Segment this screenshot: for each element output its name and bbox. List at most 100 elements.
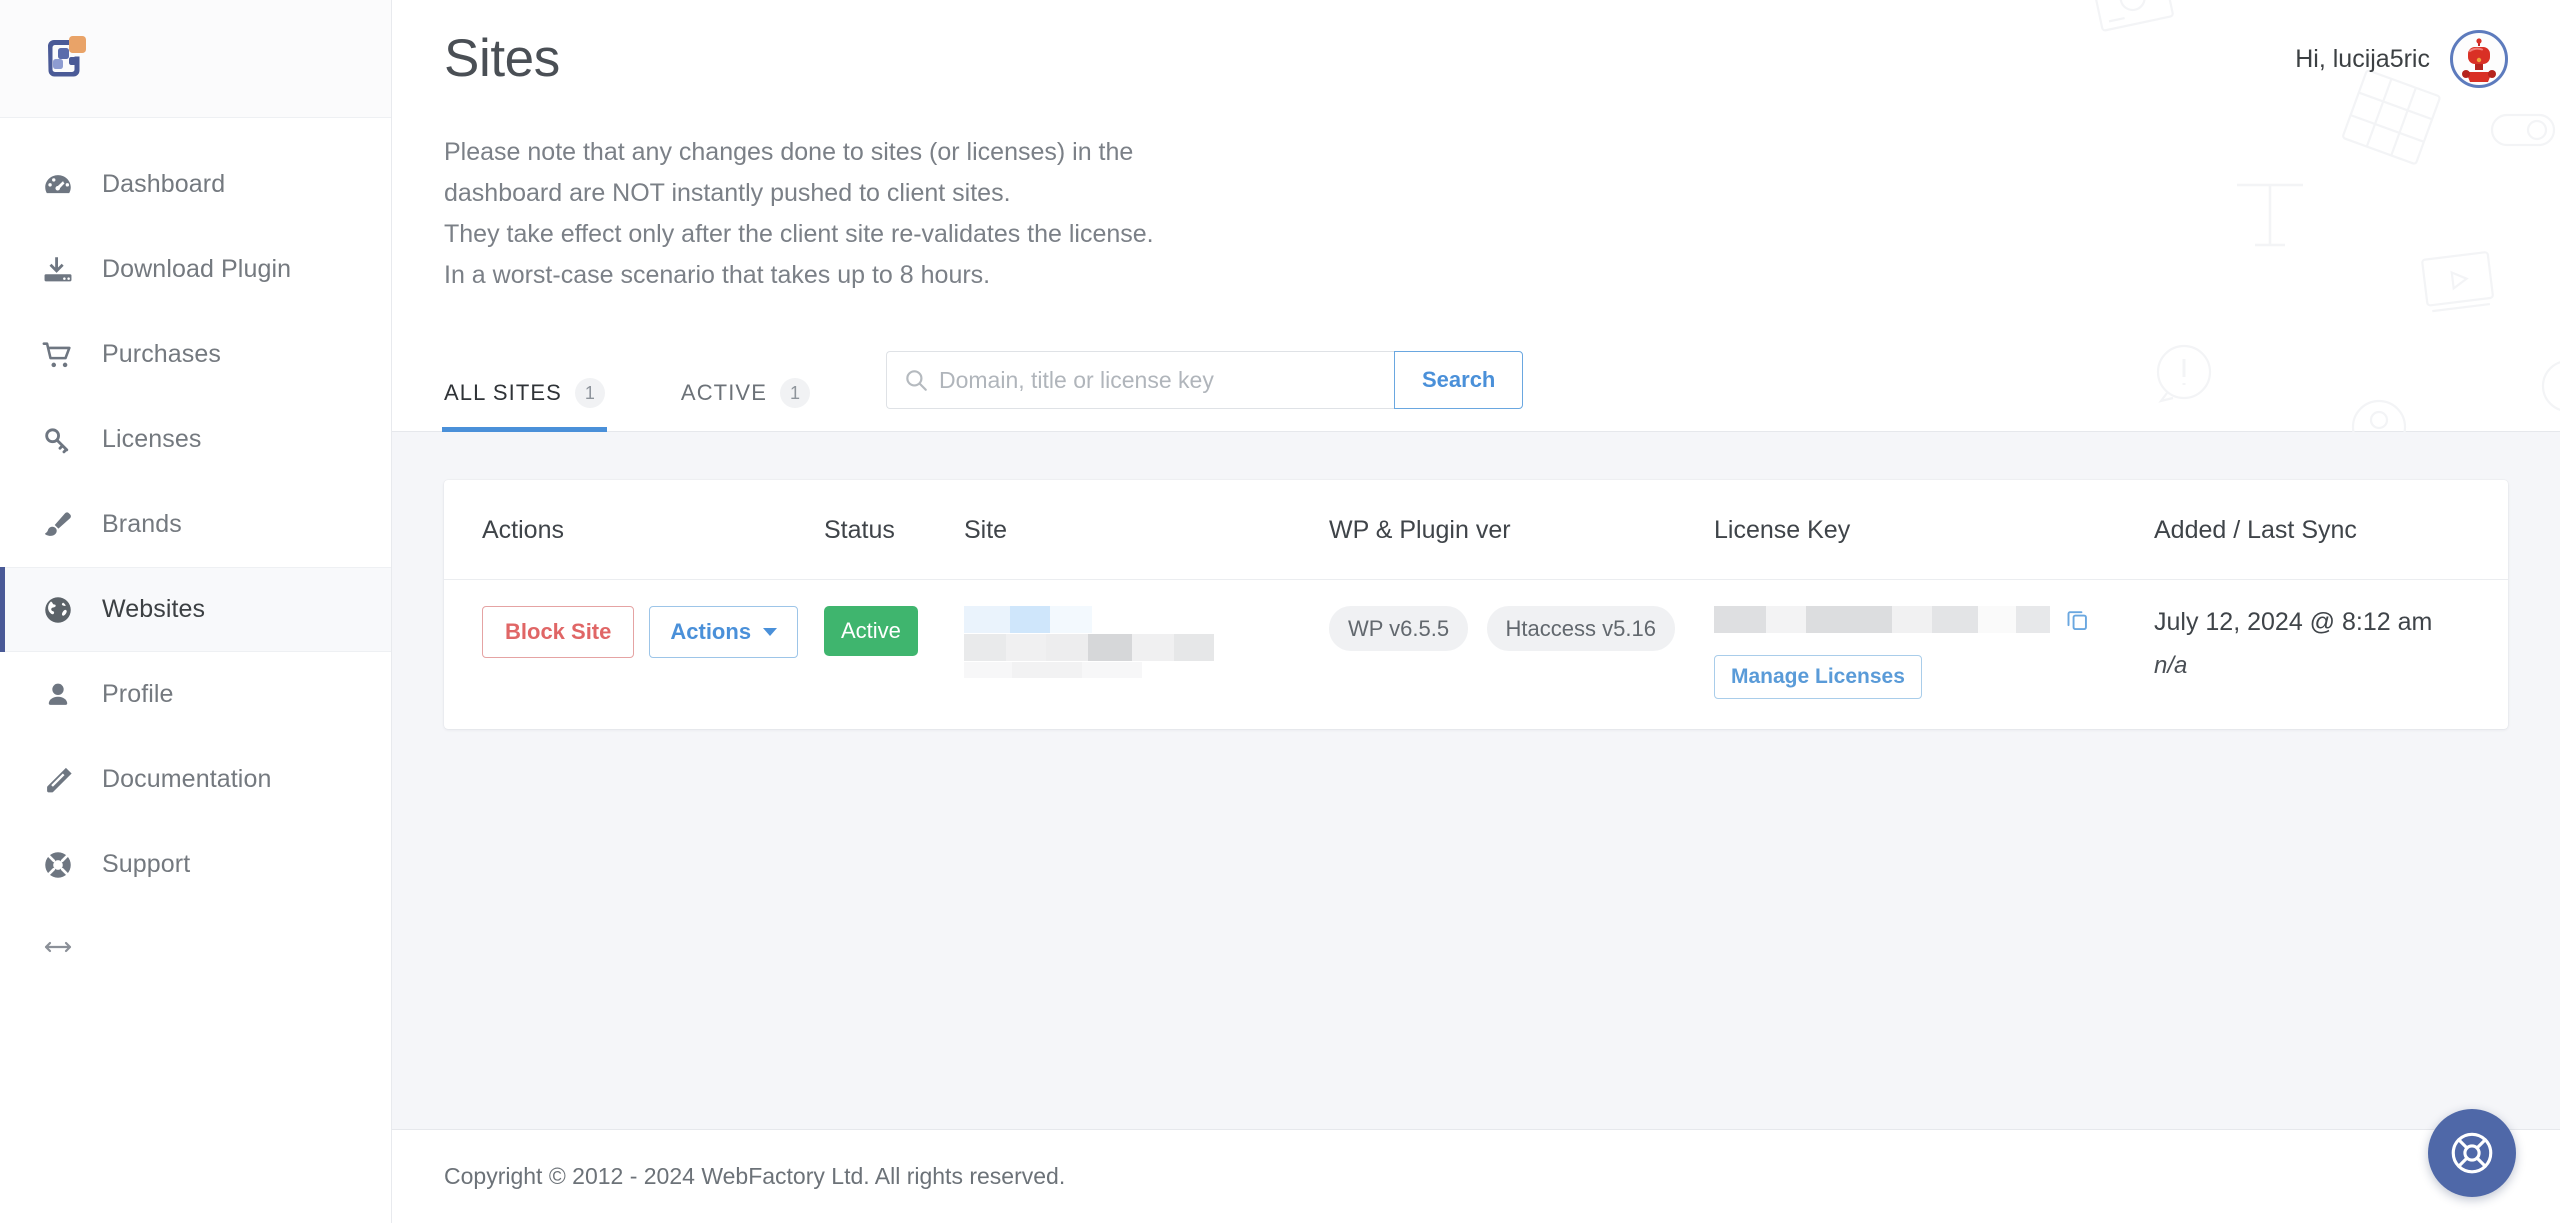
cart-icon bbox=[36, 333, 80, 377]
key-icon bbox=[36, 418, 80, 462]
status-badge: Active bbox=[824, 606, 918, 657]
brush-icon bbox=[36, 503, 80, 547]
sidebar: Dashboard Download Plugin Purchases Lice… bbox=[0, 0, 392, 1223]
redacted-block bbox=[1806, 606, 1892, 634]
cell-wp-plugin-versions: WP v6.5.5 Htaccess v5.16 bbox=[1329, 580, 1714, 730]
table-header-row: Actions Status Site WP & Plugin ver Lice… bbox=[444, 480, 2508, 581]
column-header-added-last-sync: Added / Last Sync bbox=[2154, 480, 2508, 581]
sidebar-item-purchases[interactable]: Purchases bbox=[0, 312, 391, 397]
sidebar-item-dashboard[interactable]: Dashboard bbox=[0, 142, 391, 227]
content-area: Actions Status Site WP & Plugin ver Lice… bbox=[392, 432, 2560, 1129]
column-header-wp-plugin: WP & Plugin ver bbox=[1329, 480, 1714, 581]
actions-dropdown-button[interactable]: Actions bbox=[649, 606, 799, 659]
sidebar-logo-area bbox=[0, 0, 391, 118]
tab-count-badge: 1 bbox=[574, 378, 605, 409]
table-row: Block Site Actions Active WP v6.5.5 Htac… bbox=[444, 580, 2508, 730]
user-icon bbox=[36, 673, 80, 717]
search-button[interactable]: Search bbox=[1393, 351, 1524, 410]
cell-site bbox=[964, 580, 1329, 730]
redacted-block bbox=[1088, 634, 1132, 662]
redacted-block bbox=[1714, 606, 1766, 634]
manage-licenses-button[interactable]: Manage Licenses bbox=[1714, 655, 1922, 700]
cell-license-key: Manage Licenses bbox=[1714, 580, 2154, 730]
redacted-block bbox=[1132, 634, 1174, 662]
site-redacted-value[interactable] bbox=[964, 606, 1329, 679]
redacted-block bbox=[964, 662, 1012, 679]
sidebar-item-label: Licenses bbox=[102, 425, 202, 453]
column-header-status: Status bbox=[824, 480, 964, 581]
sidebar-collapse-toggle[interactable] bbox=[0, 907, 391, 987]
app-root: Dashboard Download Plugin Purchases Lice… bbox=[0, 0, 2560, 1223]
redacted-block bbox=[1932, 606, 1978, 634]
sidebar-item-profile[interactable]: Profile bbox=[0, 652, 391, 737]
sidebar-item-label: Download Plugin bbox=[102, 255, 292, 283]
sidebar-item-label: Profile bbox=[102, 680, 174, 708]
avatar[interactable] bbox=[2450, 30, 2508, 88]
license-key-redacted-value bbox=[1714, 606, 2050, 634]
footer: Copyright © 2012 - 2024 WebFactory Ltd. … bbox=[392, 1129, 2560, 1223]
redacted-block bbox=[1050, 606, 1092, 634]
last-sync-value: n/a bbox=[2154, 652, 2188, 680]
lifebuoy-icon bbox=[36, 843, 80, 887]
sidebar-item-brands[interactable]: Brands bbox=[0, 482, 391, 567]
redacted-block bbox=[2016, 606, 2050, 634]
user-greeting-area: Hi, lucija5ric bbox=[2295, 30, 2508, 88]
search-icon bbox=[903, 367, 929, 393]
page-description: Please note that any changes done to sit… bbox=[444, 132, 1444, 295]
actions-dropdown-label: Actions bbox=[670, 619, 752, 645]
main-area: Hi, lucija5ric Sites Please note that an… bbox=[392, 0, 2560, 1223]
column-header-actions: Actions bbox=[444, 480, 824, 581]
tab-all-sites[interactable]: ALL SITES 1 bbox=[442, 378, 607, 433]
column-header-license-key: License Key bbox=[1714, 480, 2154, 581]
search-input[interactable] bbox=[938, 366, 1378, 394]
redacted-block bbox=[964, 606, 1010, 634]
tab-label: ACTIVE bbox=[680, 380, 767, 406]
copyright-text: Copyright © 2012 - 2024 WebFactory Ltd. … bbox=[444, 1163, 1066, 1189]
redacted-block bbox=[1082, 662, 1142, 679]
globe-icon bbox=[36, 588, 80, 632]
sidebar-item-label: Documentation bbox=[102, 765, 272, 793]
sidebar-item-download-plugin[interactable]: Download Plugin bbox=[0, 227, 391, 312]
sidebar-nav: Dashboard Download Plugin Purchases Lice… bbox=[0, 118, 391, 987]
sidebar-item-support[interactable]: Support bbox=[0, 822, 391, 907]
arrows-left-right-icon bbox=[36, 935, 80, 959]
cell-status: Active bbox=[824, 580, 964, 730]
sidebar-item-websites[interactable]: Websites bbox=[0, 567, 391, 652]
redacted-block bbox=[1174, 634, 1214, 662]
description-line: In a worst-case scenario that takes up t… bbox=[444, 260, 991, 289]
tab-label: ALL SITES bbox=[444, 380, 562, 406]
chevron-down-icon bbox=[763, 628, 778, 637]
sidebar-item-label: Dashboard bbox=[102, 170, 226, 198]
page-header: Hi, lucija5ric Sites Please note that an… bbox=[392, 0, 2560, 433]
table-head: Actions Status Site WP & Plugin ver Lice… bbox=[444, 480, 2508, 581]
greeting-text: Hi, lucija5ric bbox=[2295, 44, 2430, 73]
sites-table: Actions Status Site WP & Plugin ver Lice… bbox=[444, 480, 2508, 729]
sites-table-card: Actions Status Site WP & Plugin ver Lice… bbox=[444, 480, 2508, 730]
cell-added-last-sync: July 12, 2024 @ 8:12 am n/a bbox=[2154, 580, 2508, 730]
gauge-icon bbox=[36, 163, 80, 207]
description-line: They take effect only after the client s… bbox=[444, 219, 1154, 248]
cell-actions: Block Site Actions bbox=[444, 580, 824, 730]
tab-active[interactable]: ACTIVE 1 bbox=[681, 378, 810, 431]
search-area: Search bbox=[885, 351, 1524, 410]
redacted-block bbox=[1978, 606, 2016, 634]
redacted-block bbox=[964, 634, 1006, 662]
column-header-site: Site bbox=[964, 480, 1329, 581]
sidebar-item-label: Purchases bbox=[102, 340, 222, 368]
sidebar-item-documentation[interactable]: Documentation bbox=[0, 737, 391, 822]
sidebar-item-licenses[interactable]: Licenses bbox=[0, 397, 391, 482]
webfactory-squares-logo[interactable] bbox=[36, 32, 92, 86]
version-pill-plugin: Htaccess v5.16 bbox=[1486, 606, 1675, 652]
redacted-block bbox=[1012, 662, 1082, 679]
search-box[interactable] bbox=[885, 351, 1394, 410]
block-site-button[interactable]: Block Site bbox=[482, 606, 635, 659]
redacted-block bbox=[1766, 606, 1806, 634]
description-line: Please note that any changes done to sit… bbox=[444, 138, 1134, 167]
page-title: Sites bbox=[444, 29, 560, 88]
book-icon bbox=[36, 758, 80, 802]
copy-icon[interactable] bbox=[2064, 606, 2091, 633]
download-icon bbox=[36, 248, 80, 292]
redacted-block bbox=[1006, 634, 1046, 662]
redacted-block bbox=[1010, 606, 1050, 634]
support-fab-button[interactable] bbox=[2428, 1109, 2516, 1197]
